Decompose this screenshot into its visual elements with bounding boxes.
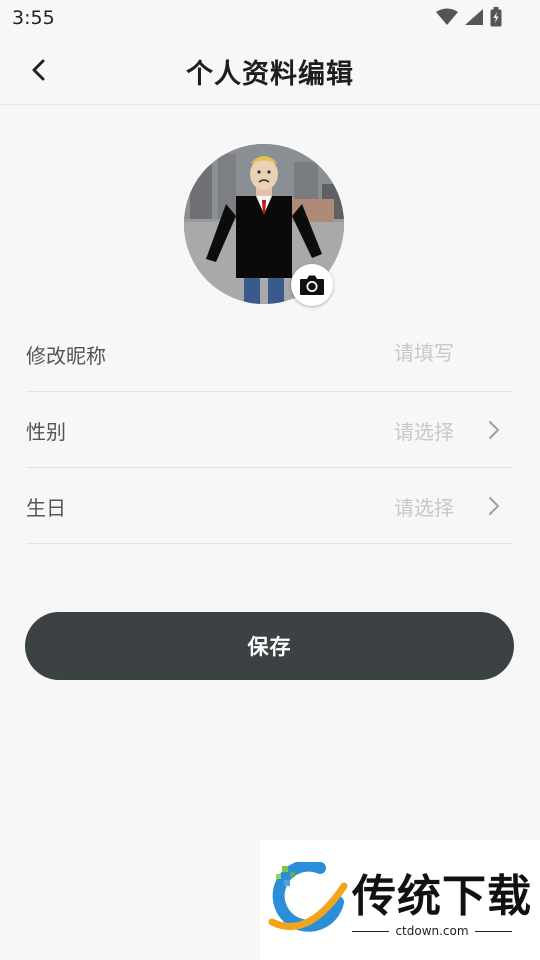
birthday-row[interactable]: 生日 请选择 (26, 468, 513, 544)
nickname-input[interactable] (294, 336, 454, 370)
status-time: 3:55 (12, 7, 55, 29)
nickname-row: 修改昵称 (26, 316, 513, 392)
birthday-label: 生日 (26, 496, 66, 520)
birthday-value: 请选择 (394, 496, 454, 520)
signal-icon (465, 9, 483, 25)
ctdown-logo-icon (268, 862, 348, 932)
watermark: 传统下载 ctdown.com (260, 840, 540, 960)
status-icons (436, 7, 502, 27)
chevron-right-icon (489, 421, 499, 439)
header: 个人资料编辑 (0, 36, 540, 105)
save-button[interactable]: 保存 (25, 612, 514, 680)
profile-form: 修改昵称 性别 请选择 生日 请选择 (26, 316, 513, 544)
chevron-right-icon (489, 497, 499, 515)
camera-icon (300, 275, 324, 295)
wifi-icon (436, 8, 458, 25)
nickname-label: 修改昵称 (26, 344, 106, 368)
gender-label: 性别 (26, 420, 66, 444)
page-title: 个人资料编辑 (186, 59, 354, 90)
status-bar: 3:55 (0, 0, 540, 36)
gender-value: 请选择 (394, 420, 454, 444)
change-avatar-button[interactable] (291, 264, 333, 306)
avatar-container (184, 144, 344, 306)
watermark-brand: 传统下载 (352, 871, 532, 922)
gender-row[interactable]: 性别 请选择 (26, 392, 513, 468)
watermark-url: ctdown.com (389, 924, 475, 938)
battery-icon (490, 7, 502, 27)
